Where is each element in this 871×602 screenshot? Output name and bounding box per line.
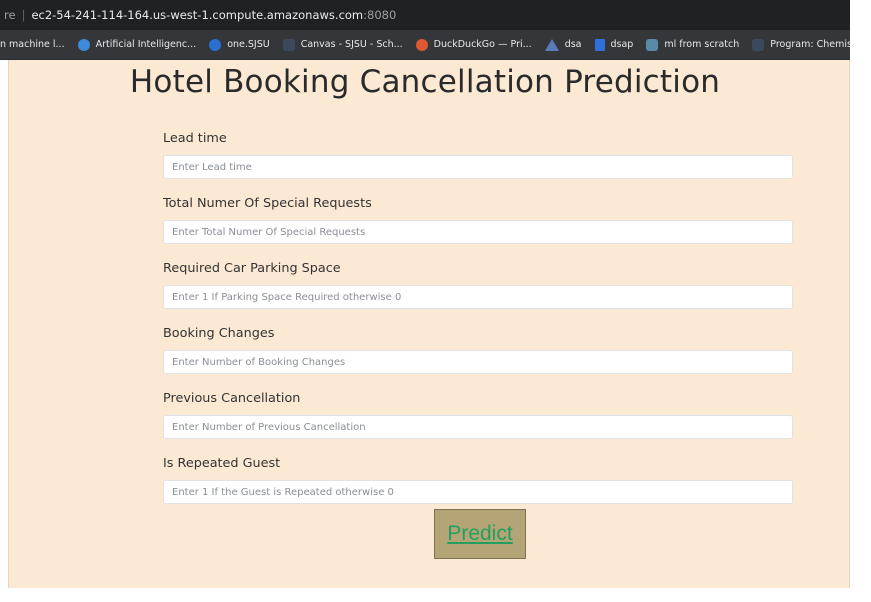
duck-icon [415,38,428,51]
bookmarks-bar: n machine l... Artificial Intelligenc...… [0,30,850,60]
previous-cancellation-input[interactable] [163,415,793,439]
predict-button[interactable]: Predict [434,509,526,559]
bookmark-dsa[interactable]: dsa [544,38,582,51]
page-content: Hotel Booking Cancellation Prediction Le… [8,60,850,588]
bookmark-canvas[interactable]: Canvas - SJSU - Sch... [282,38,403,51]
special-requests-label: Total Numer Of Special Requests [163,196,372,211]
url-security-text: re [4,8,16,22]
lead-time-label: Lead time [163,131,227,146]
booking-changes-label: Booking Changes [163,326,275,341]
bookmark-label: dsap [610,39,634,50]
bookmark-label: Artificial Intelligenc... [95,39,197,50]
special-requests-input[interactable] [163,220,793,244]
bookmark-label: Program: Chemistry... [770,39,850,50]
book-icon [282,38,295,51]
book-icon [752,38,765,51]
url-separator: | [21,8,26,22]
bookmark-artificial-intelligence[interactable]: Artificial Intelligenc... [77,38,197,51]
url-host: ec2-54-241-114-164.us-west-1.compute.ama… [31,8,364,22]
page-title: Hotel Booking Cancellation Prediction [129,64,721,100]
car-parking-label: Required Car Parking Space [163,261,341,276]
repeated-guest-label: Is Repeated Guest [163,456,281,471]
bookmark-machine-learning[interactable]: n machine l... [0,39,65,50]
circle-icon [209,38,222,51]
doc-icon [594,38,605,51]
bookmark-duckduckgo[interactable]: DuckDuckGo — Pri... [415,38,532,51]
address-bar[interactable]: re | ec2-54-241-114-164.us-west-1.comput… [0,0,850,30]
bookmark-program-chemistry[interactable]: Program: Chemistry... [752,38,850,51]
lead-time-input[interactable] [163,155,793,179]
bookmark-label: n machine l... [0,39,65,50]
bookmark-label: ml from scratch [664,39,740,50]
repeated-guest-input[interactable] [163,480,793,504]
bookmark-label: DuckDuckGo — Pri... [433,39,532,50]
bookmark-dsap[interactable]: dsap [594,38,634,51]
bookmark-label: Canvas - SJSU - Sch... [300,39,403,50]
bookmark-label: one.SJSU [227,39,270,50]
bookmark-ml-from-scratch[interactable]: ml from scratch [646,38,740,51]
triangle-icon [544,38,559,51]
url-port: :8080 [363,8,397,22]
bookmark-one-sjsu[interactable]: one.SJSU [209,38,270,51]
bookmark-label: dsa [564,39,582,50]
globe-icon [77,38,90,51]
car-parking-input[interactable] [163,285,793,309]
image-icon [646,38,659,51]
booking-changes-input[interactable] [163,350,793,374]
previous-cancellation-label: Previous Cancellation [163,391,301,406]
